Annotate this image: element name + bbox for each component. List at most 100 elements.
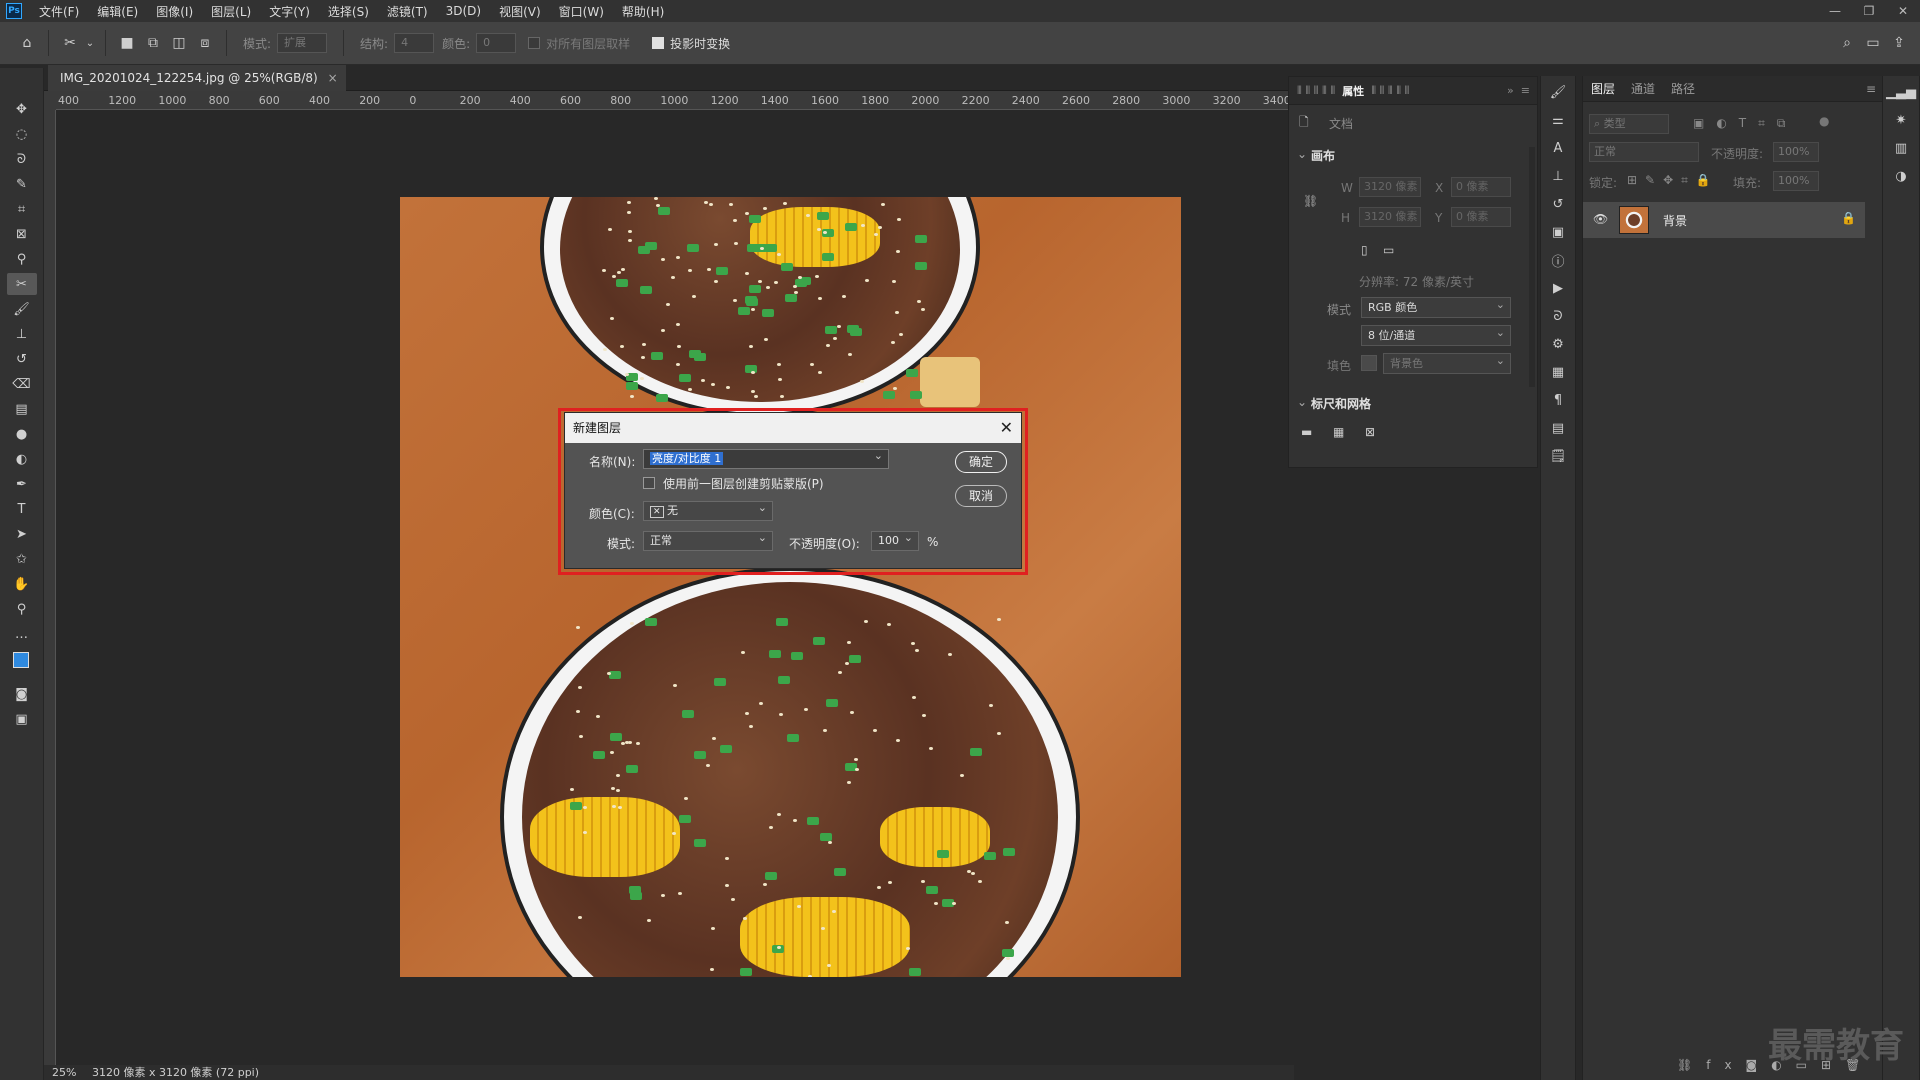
foreground-color-swatch[interactable] [12,652,29,668]
vertical-ruler[interactable] [44,110,56,1065]
share-icon[interactable]: ⇪ [1886,30,1912,56]
color-select[interactable]: 0 [476,33,517,53]
quick-select-tool-icon[interactable]: ✎ [7,173,37,195]
search-icon[interactable]: ⌕ [1834,30,1860,56]
panel-tab-icons-right[interactable]: ⦀ ⦀ ⦀ ⦀ ⦀ [1371,84,1409,98]
marquee-tool-icon[interactable]: ◌ [7,123,37,145]
panel-menu-icon[interactable]: ≡ [1866,82,1876,96]
move-tool-icon[interactable]: ✥ [7,98,37,120]
height-field[interactable]: 3120 像素 [1359,207,1421,227]
tab-paths[interactable]: 路径 [1671,80,1695,97]
tab-channels[interactable]: 通道 [1631,80,1655,97]
quick-mask-icon[interactable]: ◙ [7,683,37,705]
adjustments-icon[interactable]: ⚌ [1546,108,1570,132]
opacity-field[interactable]: 100% [1773,142,1819,162]
new-selection-icon[interactable]: ■ [114,30,140,56]
crop-tool-icon[interactable]: ⌗ [7,198,37,220]
brush-settings-icon[interactable]: 🖌 [1546,80,1570,104]
lock-icon[interactable]: 🔒 [1841,211,1856,225]
character-icon[interactable]: A [1546,136,1570,160]
libraries-icon[interactable]: ▥ [1889,136,1913,160]
path-select-tool-icon[interactable]: ➤ [7,523,37,545]
portrait-icon[interactable]: ▯ [1361,243,1368,257]
clipping-mask-checkbox[interactable] [643,477,655,489]
clone-source-icon[interactable]: ⊥ [1546,164,1570,188]
menu-view[interactable]: 视图(V) [490,3,550,20]
eye-icon[interactable]: 👁 [1593,212,1608,226]
tab-properties[interactable]: 属性 [1342,83,1364,99]
more-tools-icon[interactable]: … [7,623,37,645]
ok-button[interactable]: 确定 [955,451,1007,473]
menu-window[interactable]: 窗口(W) [550,3,613,20]
close-window-icon[interactable]: ✕ [1886,0,1920,22]
document-info[interactable]: 3120 像素 x 3120 像素 (72 ppi) [80,1066,259,1079]
grid-icon[interactable]: ▦ [1333,425,1344,439]
layer-color-select[interactable]: ✕ 无 [643,499,773,521]
add-selection-icon[interactable]: ⧉ [140,30,166,56]
restore-icon[interactable]: ❐ [1852,0,1886,22]
transform-on-drop-checkbox[interactable] [652,37,665,49]
chevron-down-icon[interactable]: ⌄ [1297,395,1307,409]
layer-name-input[interactable]: 亮度/对比度 1 [643,447,889,469]
menu-image[interactable]: 图像(I) [147,3,202,20]
filter-toggle-icon[interactable]: ● [1819,114,1829,128]
brush-tool-icon[interactable]: 🖌 [7,298,37,320]
blend-mode-select[interactable]: 正常 [1589,142,1699,162]
opacity-input[interactable]: 100 [871,529,919,551]
menu-layer[interactable]: 图层(L) [202,3,260,20]
type-tool-icon[interactable]: T [7,498,37,520]
expand-icon[interactable]: » [1507,84,1514,97]
properties-scrollbar[interactable] [1529,147,1535,387]
menu-help[interactable]: 帮助(H) [613,3,673,20]
ruler-icon[interactable]: ▬ [1301,425,1312,439]
cancel-button[interactable]: 取消 [955,485,1007,507]
close-tab-icon[interactable]: × [328,65,338,91]
actions-icon[interactable]: ▶ [1546,276,1570,300]
styles-icon[interactable]: ᘐ [1546,304,1570,328]
horizontal-ruler[interactable]: 400 1200 1000 800 600 400 200 0 200 400 600 800 1000… [56,91,1294,110]
home-icon[interactable]: ⌂ [14,30,40,56]
zoom-level[interactable]: 25% [44,1066,76,1079]
fill-field[interactable]: 100% [1773,171,1819,191]
gradient-tool-icon[interactable]: ▤ [7,398,37,420]
fill-select[interactable]: 背景色 [1383,351,1511,374]
lasso-tool-icon[interactable]: ᘐ [7,148,37,170]
hand-tool-icon[interactable]: ✋ [7,573,37,595]
link-icon[interactable]: ⛓ [1303,194,1318,208]
menu-edit[interactable]: 编辑(E) [88,3,147,20]
info-icon[interactable]: ⓘ [1546,248,1570,272]
histogram-icon[interactable]: ▁▃▅ [1886,80,1916,104]
structure-select[interactable]: 4 [394,33,435,53]
history-icon[interactable]: ↺ [1546,192,1570,216]
menu-type[interactable]: 文字(Y) [260,3,319,20]
document-tab[interactable]: IMG_20201024_122254.jpg @ 25%(RGB/8) × [48,65,346,91]
mode-select[interactable]: 扩展 [277,33,328,53]
panel-menu-icon[interactable]: ≡ [1521,84,1530,97]
history-brush-icon[interactable]: ↺ [7,348,37,370]
color-mode-select[interactable]: RGB 颜色 [1361,295,1511,318]
tab-layers[interactable]: 图层 [1591,80,1615,97]
eraser-tool-icon[interactable]: ⌫ [7,373,37,395]
filter-icons[interactable]: ▣◐T⌗⧉ [1693,116,1797,131]
blur-tool-icon[interactable]: ● [7,423,37,445]
minimize-icon[interactable]: — [1818,0,1852,22]
notes-icon[interactable]: 🗒 [1546,444,1570,468]
eyedropper-tool-icon[interactable]: ⚲ [7,248,37,270]
frame-tool-icon[interactable]: ⊠ [7,223,37,245]
layer-row-background[interactable]: 👁 背景 🔒 [1583,202,1865,238]
fill-swatch[interactable] [1361,355,1377,371]
y-field[interactable]: 0 像素 [1451,207,1511,227]
dodge-tool-icon[interactable]: ◐ [7,448,37,470]
stamp-tool-icon[interactable]: ⊥ [7,323,37,345]
timeline-icon[interactable]: ▤ [1546,416,1570,440]
3d-icon[interactable]: ⚙ [1546,332,1570,356]
chevron-down-icon[interactable]: ⌄ [1297,147,1307,161]
content-aware-move-icon[interactable]: ✂ [6,273,37,295]
navigator-icon[interactable]: ✷ [1889,108,1913,132]
chevron-down-icon[interactable]: ⌄ [83,30,97,56]
paragraph-icon[interactable]: ¶ [1546,388,1570,412]
panel-tab-icons[interactable]: ⦀ ⦀ ⦀ ⦀ ⦀ [1297,84,1335,98]
zoom-tool-icon[interactable]: ⚲ [7,598,37,620]
menu-filter[interactable]: 滤镜(T) [378,3,437,20]
lock-icons[interactable]: ⊞✎✥⌗🔒 [1627,173,1719,188]
